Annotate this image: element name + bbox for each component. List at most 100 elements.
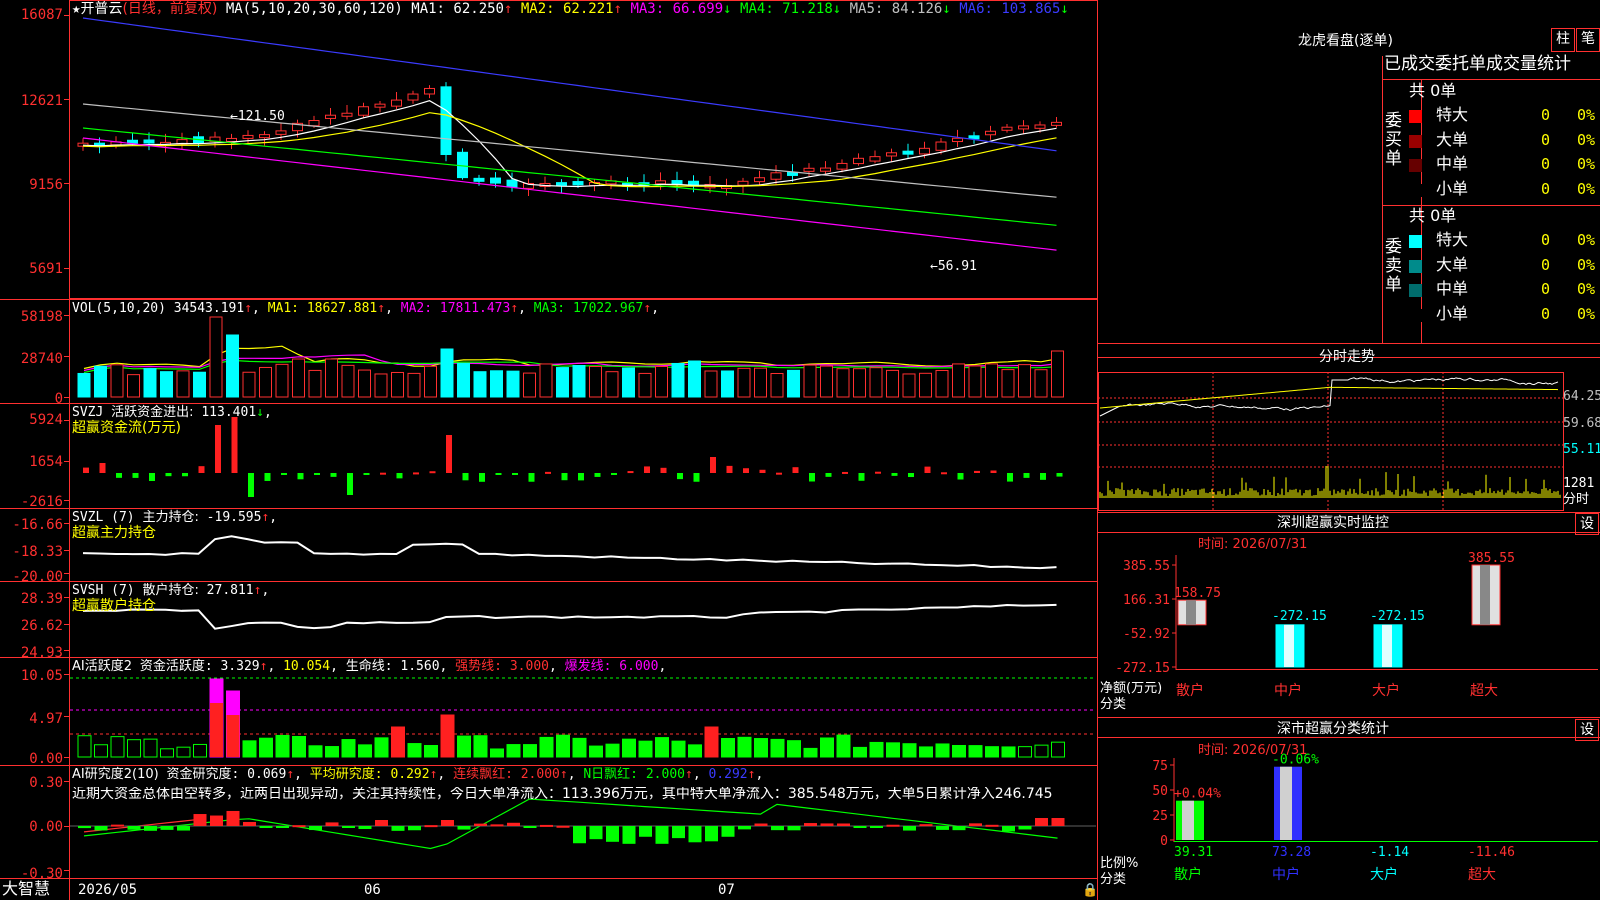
- candle-body: [424, 87, 435, 95]
- volume-bar: [193, 371, 206, 398]
- sz-classify-x-title: 分类: [1100, 872, 1127, 887]
- ai-research-bar: [787, 826, 801, 831]
- sz-monitor-y-title: 净额(万元): [1100, 681, 1163, 696]
- svzj-bar: [677, 473, 683, 480]
- sz-classify-settings-button[interactable]: 设: [1575, 719, 1599, 741]
- sz-classify-chart[interactable]: 75 50 25 0 +0.04% 39.31 散户 -0.06% 73.28 中户 -1.14 大户…: [1098, 740, 1600, 900]
- ai-research-bar: [573, 826, 586, 844]
- candle-body: [869, 156, 881, 162]
- svzj-value: 113.401: [201, 405, 257, 420]
- pen-view-button[interactable]: 笔: [1576, 28, 1600, 52]
- ai-research-bar: [622, 826, 636, 844]
- svzj-subtitle: 超赢资金流(万元): [72, 420, 181, 436]
- ai-active-items: 资金活跃度: 3.329↑, 10.054, 生命线: 1.560, 强势线: …: [140, 659, 666, 674]
- chart-mode[interactable]: (日线，前复权): [122, 1, 217, 17]
- ai-research-bar: [688, 826, 702, 843]
- ma-arrow-5: ↓: [942, 1, 951, 17]
- ai-research-bar: [210, 815, 223, 826]
- ai-active-bar: [160, 748, 174, 758]
- buy-rows-name-3: 小单: [1436, 178, 1469, 198]
- intraday-chart[interactable]: [1098, 372, 1568, 512]
- ma4-line: [82, 127, 1057, 226]
- volume-bar: [94, 365, 107, 398]
- ai-active-bar: [325, 746, 339, 758]
- ai-active-bar: [952, 744, 966, 758]
- vol-ma-value-3: MA3: 17022.967: [525, 301, 644, 316]
- legend-swatch-buy-rows-2: [1409, 159, 1422, 172]
- vol-ma-sep-2: ,: [518, 301, 526, 316]
- volume-bar: [605, 371, 619, 398]
- candle-body: [1051, 121, 1062, 126]
- svzj-bar: [924, 466, 931, 473]
- sz-monitor-value-0: 158.75: [1174, 586, 1221, 601]
- price-tick-2: 9156: [29, 177, 63, 193]
- svzj-bar: [1056, 473, 1063, 477]
- volume-bar: [77, 372, 91, 398]
- svzj-bar: [182, 473, 188, 477]
- svzl-series: [82, 535, 1057, 570]
- sz-classify-ytick-2: 25: [1152, 809, 1168, 824]
- ai-active-bar: [622, 738, 636, 758]
- svzj-bar: [561, 473, 568, 481]
- tab-orders[interactable]: 委托单: [1435, 54, 1486, 74]
- sell-rows-name-1: 大单: [1436, 254, 1469, 274]
- buy-rows-pct-3: 0%: [1577, 179, 1596, 198]
- volume-bar: [1001, 369, 1015, 398]
- svzj-bar: [891, 473, 898, 476]
- ai-active-bar: [803, 747, 818, 758]
- svzj-bar: [776, 472, 782, 475]
- lock-icon[interactable]: 🔒: [1082, 884, 1098, 897]
- ai-active-bar: [424, 745, 438, 758]
- ai-active-bar: [308, 745, 323, 758]
- volume-bar: [869, 367, 883, 398]
- ai-research-bar: [820, 823, 834, 826]
- ai-research-sep-3: ,: [567, 767, 576, 782]
- sz-classify-y-title: 比例%: [1100, 856, 1139, 871]
- sz-classify-value-2: -1.14: [1370, 845, 1409, 860]
- tab-volume[interactable]: 成交量: [1486, 54, 1537, 74]
- chart-panels[interactable]: [0, 0, 1098, 900]
- bar-view-button[interactable]: 柱: [1551, 28, 1575, 52]
- candle-body: [737, 180, 749, 186]
- ai-research-bar: [556, 825, 570, 828]
- ai-active-bar: [506, 744, 521, 758]
- sz-classify-cat-1: 中户: [1272, 866, 1300, 883]
- volume-bar: [341, 364, 355, 398]
- tab-stats[interactable]: 统计: [1537, 54, 1571, 74]
- volume-bar: [226, 334, 239, 398]
- svzj-bar: [660, 467, 667, 473]
- intraday-title: 分时走势: [1319, 349, 1375, 365]
- candle-body: [902, 150, 914, 155]
- ai-active-bar: [688, 744, 702, 758]
- brand-label[interactable]: 大智慧: [2, 881, 50, 897]
- buy-rows-pct-2: 0%: [1577, 155, 1596, 173]
- ai-active-item-4: 强势线: 3.000: [447, 659, 549, 674]
- ai-research-bar: [655, 826, 669, 844]
- ai-active-bar: [1051, 741, 1065, 758]
- svsh-line: [82, 603, 1057, 630]
- low-price-annotation: ←56.91: [930, 259, 977, 274]
- sell-rows-count-2: 0: [1541, 280, 1551, 298]
- svzj-bars: [83, 417, 1063, 497]
- tab-executed[interactable]: 已成交: [1384, 54, 1435, 74]
- svzj-bar: [957, 473, 964, 480]
- volume-bar: [176, 370, 190, 398]
- svzl-tick-0: -16.66: [12, 517, 63, 533]
- svzj-bar: [644, 466, 650, 473]
- sz-classify-ytick-1: 50: [1152, 784, 1168, 799]
- sz-monitor-ytick-0: 385.55: [1123, 559, 1170, 574]
- ai-research-bar: [78, 826, 91, 829]
- sz-monitor-chart[interactable]: 385.55 166.31 -52.92 -272.15 158.75 散户 -272.15…: [1098, 535, 1600, 715]
- svzj-bar: [330, 473, 337, 477]
- sz-monitor-cat-2: 大户: [1372, 682, 1400, 699]
- sz-monitor-settings-button[interactable]: 设: [1575, 513, 1599, 535]
- svsh-tick-0: 28.39: [20, 591, 63, 607]
- candle-body: [754, 177, 765, 183]
- volume-bar: [671, 362, 685, 398]
- ai-research-comment: 近期大资金总体由空转多，近两日出现异动，关注其持续性，今日大单净流入：113.3…: [72, 787, 1053, 801]
- sell-rows-pct-0: 0%: [1577, 231, 1596, 249]
- ai-research-bar: [127, 826, 141, 830]
- high-price-annotation: ←121.50: [230, 109, 285, 124]
- ai-active-bar: [572, 737, 587, 758]
- volume-bar: [952, 363, 965, 398]
